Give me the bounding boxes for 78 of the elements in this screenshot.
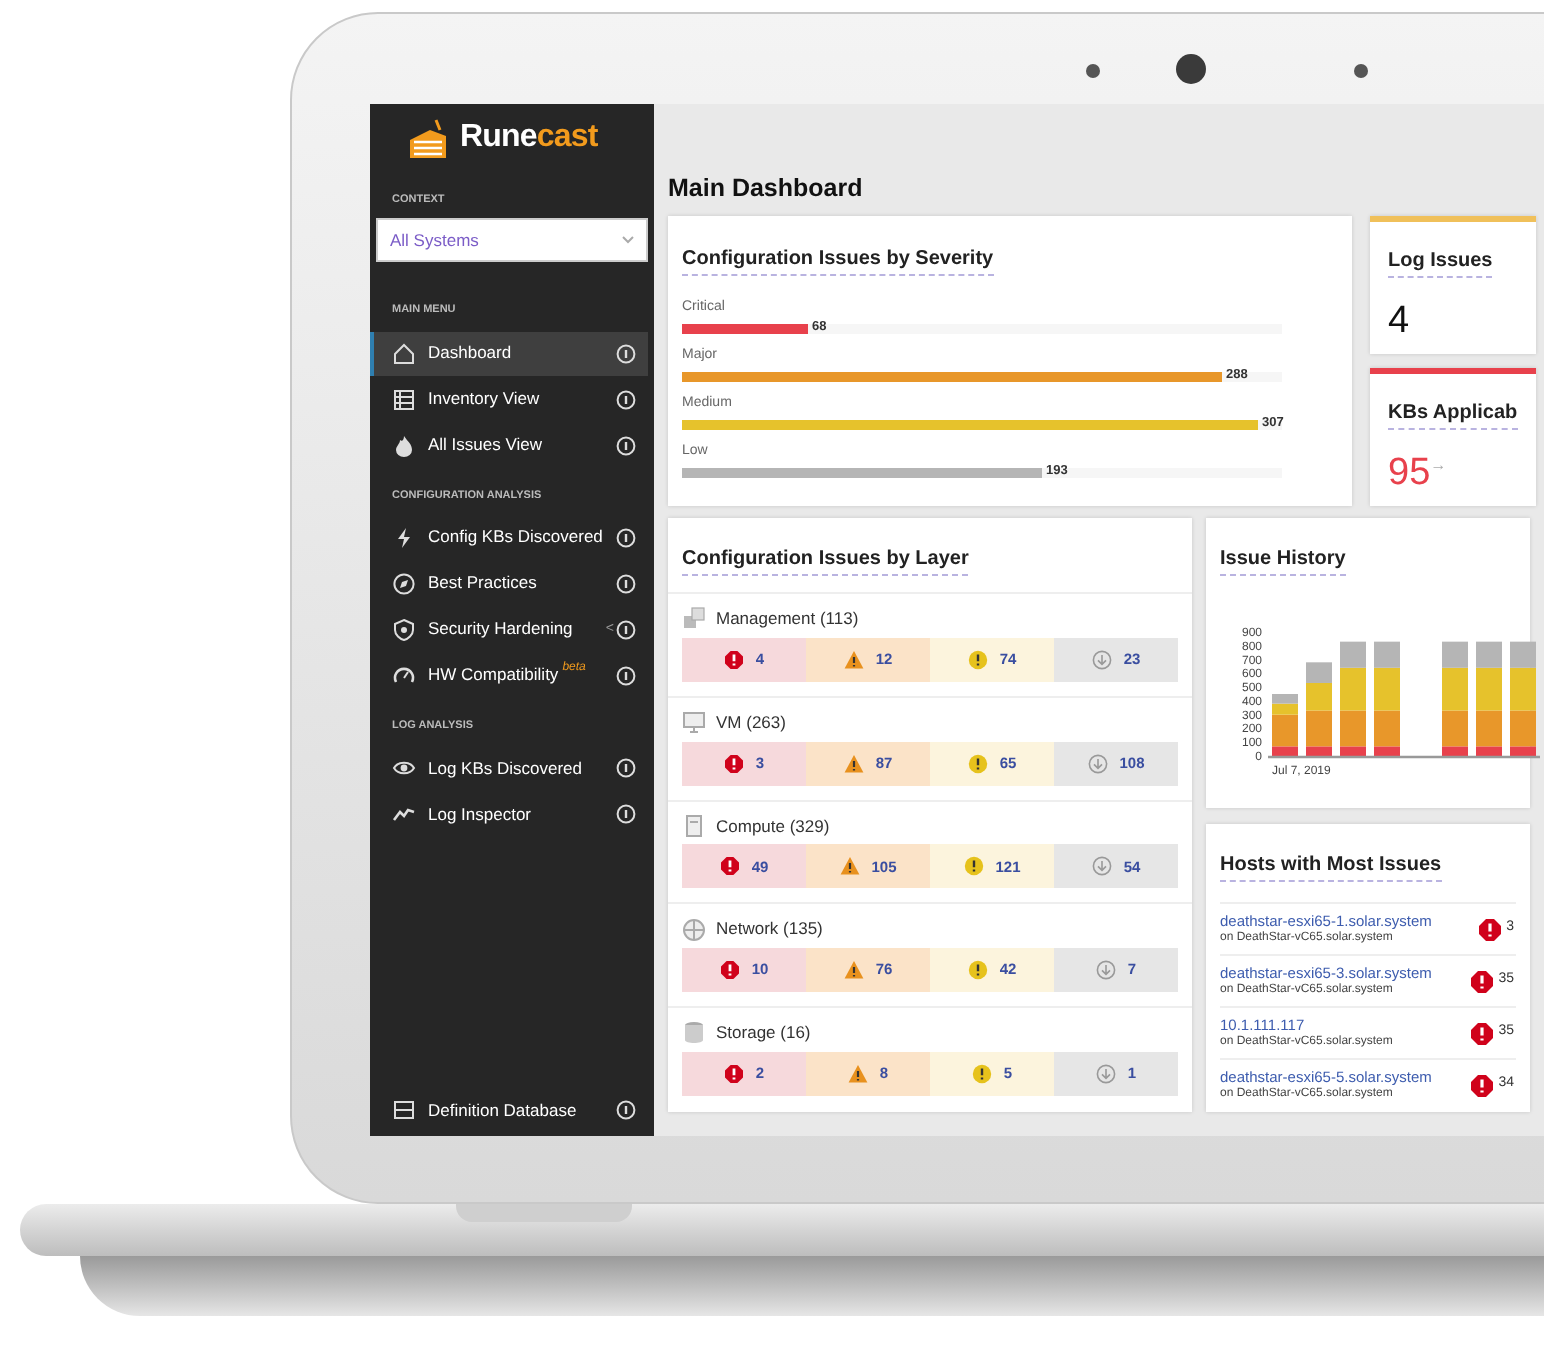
- trend-icon: →: [1430, 454, 1447, 478]
- critical-icon: [1478, 917, 1503, 941]
- warning-icon: [843, 960, 864, 980]
- info-icon: [616, 665, 636, 686]
- card-title: Log Issues: [1388, 248, 1493, 278]
- stat-value: 4: [1388, 298, 1410, 346]
- home-icon: [392, 341, 416, 365]
- down-arrow-icon: [1095, 960, 1116, 980]
- page-title: Main Dashboard: [668, 172, 865, 204]
- logo-text: Runecast: [460, 118, 598, 158]
- database-icon: [682, 1020, 706, 1045]
- info-icon: [616, 527, 636, 548]
- exclamation-icon: [971, 1063, 992, 1084]
- info-icon: [616, 343, 636, 363]
- flame-icon: [392, 433, 416, 457]
- card-title: Configuration Issues by Severity: [682, 246, 994, 276]
- warning-icon: [843, 649, 864, 670]
- layer-name: Compute (329): [716, 813, 830, 839]
- server-stack-icon: [682, 606, 706, 631]
- critical-icon: [1470, 1021, 1495, 1045]
- compass-icon: [392, 571, 416, 596]
- tower-icon: [682, 813, 706, 838]
- down-arrow-icon: [1095, 1063, 1116, 1084]
- eye-icon: [392, 756, 416, 780]
- sidebar-item[interactable]: Inventory View: [370, 377, 648, 421]
- card-title: KBs Applicab: [1388, 400, 1518, 430]
- critical-icon: [719, 856, 740, 877]
- context-dropdown[interactable]: All Systems: [376, 218, 648, 263]
- bar-segment: [1306, 683, 1332, 711]
- shield-icon: [392, 617, 416, 642]
- sidebar-item[interactable]: Config KBs Discovered: [370, 515, 648, 560]
- exclamation-icon: [967, 753, 988, 773]
- sidebar-item[interactable]: Log KBs Discovered: [370, 746, 648, 790]
- info-icon: [616, 435, 636, 455]
- sidebar-item[interactable]: Dashboard: [370, 331, 648, 375]
- card-title: Hosts with Most Issues: [1220, 852, 1442, 882]
- lightning-icon: [392, 525, 416, 550]
- logo-icon: [406, 116, 450, 160]
- critical-icon: [723, 1063, 744, 1084]
- monitor-icon: [682, 710, 706, 735]
- info-icon: [616, 758, 636, 778]
- critical-icon: [719, 960, 740, 980]
- info-icon: [616, 389, 636, 409]
- warning-icon: [839, 856, 860, 877]
- card-title: Configuration Issues by Layer: [682, 546, 969, 576]
- list-icon: [392, 387, 416, 411]
- sidebar-item[interactable]: Log Inspector: [370, 792, 648, 836]
- critical-icon: [1470, 969, 1495, 993]
- stat-value: 95: [1388, 450, 1431, 498]
- critical-icon: [723, 649, 744, 670]
- info-icon: [616, 804, 636, 824]
- critical-icon: [723, 753, 744, 773]
- sidebar-item[interactable]: Definition Database: [370, 1088, 648, 1132]
- down-arrow-icon: [1091, 856, 1112, 877]
- database-icon: [392, 1098, 416, 1122]
- gauge-icon: [392, 663, 416, 688]
- info-icon: [616, 1100, 636, 1120]
- globe-icon: [682, 917, 706, 942]
- sidebar-item[interactable]: Best Practices: [370, 561, 648, 606]
- info-icon: [616, 573, 636, 594]
- critical-icon: [1470, 1073, 1495, 1097]
- warning-icon: [843, 753, 864, 773]
- line-chart-icon: [392, 802, 416, 826]
- exclamation-icon: [967, 649, 988, 670]
- layer-name: Management (113): [716, 606, 859, 632]
- layer-name: VM (263): [716, 709, 786, 735]
- layer-name: Network (135): [716, 916, 823, 942]
- exclamation-icon: [963, 856, 984, 877]
- layer-name: Storage (16): [716, 1020, 811, 1046]
- card-title: Issue History: [1220, 546, 1346, 576]
- warning-icon: [847, 1063, 868, 1084]
- sidebar-item[interactable]: All Issues View: [370, 423, 648, 467]
- info-icon: [616, 619, 636, 640]
- caret-icon: [622, 236, 634, 245]
- down-arrow-icon: [1087, 753, 1108, 773]
- down-arrow-icon: [1091, 649, 1112, 670]
- bar-segment: [1306, 662, 1332, 683]
- exclamation-icon: [967, 960, 988, 980]
